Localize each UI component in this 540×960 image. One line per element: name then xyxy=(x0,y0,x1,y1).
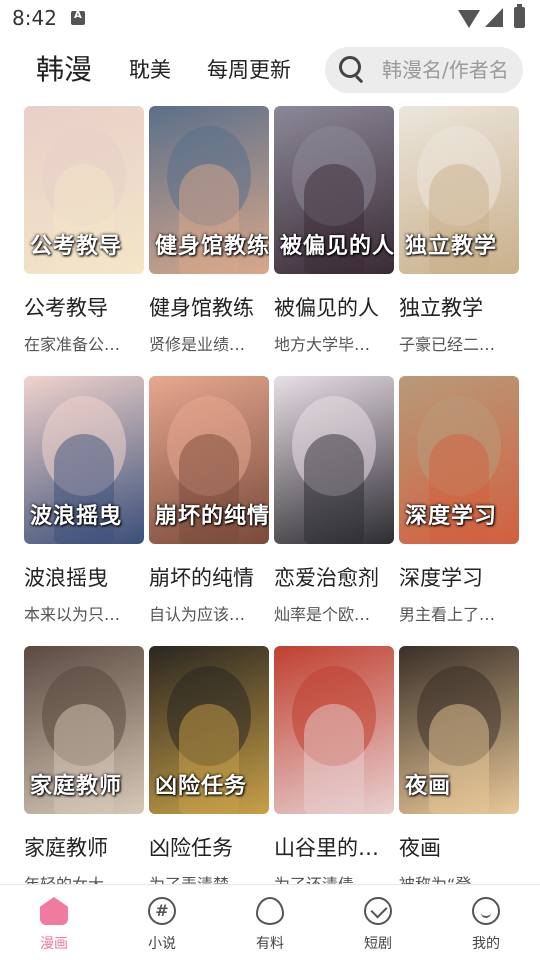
comic-title[interactable]: 独立教学 xyxy=(399,292,524,322)
nav-profile[interactable]: 我的 xyxy=(432,885,540,960)
comic-description: 男主看上了… xyxy=(399,605,496,624)
comic-cover-image[interactable]: 崩坏的纯情 xyxy=(149,376,269,544)
comic-title[interactable]: 波浪摇曳 xyxy=(24,562,149,592)
comic-cover-image[interactable]: 波浪摇曳 xyxy=(24,376,144,544)
comic-grid: 公考教导 公考教导 在家准备公… 健身馆教练 健身馆教练 贤修是业绩… 被偏见的人 被偏见的人… xyxy=(0,106,540,884)
status-time: 8:42 xyxy=(12,6,57,30)
top-nav: 韩漫 耽美 每周更新 韩漫名/作者名 xyxy=(0,42,540,98)
comic-cover-image[interactable] xyxy=(274,646,394,814)
battery-icon xyxy=(514,4,525,28)
comic-title[interactable]: 健身馆教练 xyxy=(149,292,274,322)
cover-title-art: 深度学习 xyxy=(405,504,498,529)
comic-description: 被称为“登… xyxy=(399,871,517,884)
search-icon xyxy=(339,56,365,84)
comic-description: 本来以为只… xyxy=(24,605,121,624)
comic-description: 在家准备公… xyxy=(24,335,121,354)
comic-description: 地方大学毕… xyxy=(274,335,371,354)
comic-title[interactable]: 恋爱治愈剂 xyxy=(274,562,399,592)
comic-title[interactable]: 夜画 xyxy=(399,832,524,862)
wifi-icon xyxy=(458,10,480,28)
comic-description: 灿率是个欧… xyxy=(274,605,371,624)
cover-title-art: 波浪摇曳 xyxy=(30,504,123,529)
cover-title-art: 健身馆教练 xyxy=(155,234,269,259)
comic-title[interactable]: 深度学习 xyxy=(399,562,524,592)
search-placeholder: 韩漫名/作者名 xyxy=(382,58,509,82)
comic-cover-image[interactable]: 深度学习 xyxy=(399,376,519,544)
comic-description: 自认为应该… xyxy=(149,605,246,624)
cover-title-art: 家庭教师 xyxy=(30,774,123,799)
search-input[interactable]: 韩漫名/作者名 xyxy=(325,47,523,93)
egg-icon xyxy=(256,897,284,925)
cover-title-art: 独立教学 xyxy=(405,234,498,259)
nav-label: 小说 xyxy=(148,936,176,952)
comic-cover-image[interactable]: 凶险任务 xyxy=(149,646,269,814)
comic-title[interactable]: 凶险任务 xyxy=(149,832,274,862)
bottom-nav: 漫画 # 小说 有料 短剧 我的 xyxy=(0,884,540,960)
comic-description: 贤修是业绩… xyxy=(149,335,246,354)
comic-cover-image[interactable]: 被偏见的人 xyxy=(274,106,394,274)
cover-title-art: 被偏见的人 xyxy=(280,234,394,259)
comic-description: 为了弄清楚… xyxy=(149,871,267,884)
nav-novels[interactable]: # 小说 xyxy=(108,885,216,960)
profile-icon xyxy=(472,897,500,925)
nav-comics[interactable]: 漫画 xyxy=(0,885,108,960)
comic-description: 为了还清债… xyxy=(274,871,392,884)
comic-title[interactable]: 山谷里的… xyxy=(274,832,399,862)
comic-cover-image[interactable]: 夜画 xyxy=(399,646,519,814)
hash-icon: # xyxy=(148,897,176,925)
comic-description: 年轻的女大… xyxy=(24,871,142,884)
tab-korean-comics[interactable]: 韩漫 xyxy=(36,42,92,98)
comic-cover-image[interactable]: 独立教学 xyxy=(399,106,519,274)
comic-cover-image[interactable]: 公考教导 xyxy=(24,106,144,274)
cover-title-art: 崩坏的纯情 xyxy=(155,504,269,529)
cover-title-art: 凶险任务 xyxy=(155,774,248,799)
trend-icon xyxy=(364,897,392,925)
status-bar: 8:42 xyxy=(0,0,540,36)
comic-description: 子豪已经二… xyxy=(399,335,496,354)
notification-icon xyxy=(71,10,85,25)
comic-cover-image[interactable]: 家庭教师 xyxy=(24,646,144,814)
cover-title-art: 夜画 xyxy=(405,774,452,799)
comic-title[interactable]: 崩坏的纯情 xyxy=(149,562,274,592)
nav-label: 短剧 xyxy=(364,936,392,952)
home-icon xyxy=(40,897,68,925)
cover-title-art: 公考教导 xyxy=(30,234,123,259)
nav-label: 有料 xyxy=(256,936,284,952)
nav-feed[interactable]: 有料 xyxy=(216,885,324,960)
comic-title[interactable]: 被偏见的人 xyxy=(274,292,399,322)
nav-label: 漫画 xyxy=(40,936,68,952)
comic-cover-image[interactable] xyxy=(274,376,394,544)
tab-bl[interactable]: 耽美 xyxy=(129,42,171,98)
comic-cover-image[interactable]: 健身馆教练 xyxy=(149,106,269,274)
signal-icon xyxy=(485,8,503,27)
comic-title[interactable]: 家庭教师 xyxy=(24,832,149,862)
tab-weekly-updates[interactable]: 每周更新 xyxy=(207,42,291,98)
nav-short-drama[interactable]: 短剧 xyxy=(324,885,432,960)
nav-label: 我的 xyxy=(472,936,500,952)
status-icons xyxy=(458,4,530,29)
comic-title[interactable]: 公考教导 xyxy=(24,292,149,322)
